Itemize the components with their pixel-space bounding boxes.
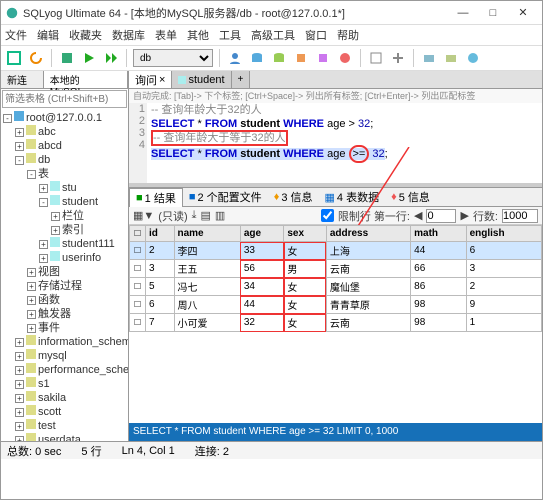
restab-1[interactable]: ■1 结果 [129,188,183,207]
readonly-label: (只读) [158,208,187,224]
prev-page-icon[interactable]: ◀ [414,209,422,222]
sidetab-new[interactable]: 新连接 [1,71,44,88]
view-icon[interactable]: ▦▼ [133,209,154,222]
object-tree[interactable]: -root@127.0.0.1 +abc +abcd -db -表 +stu -… [1,109,128,441]
tool6-icon[interactable] [420,49,438,67]
tool-b-icon[interactable]: ▥ [215,209,225,222]
restab-5[interactable]: ♦5 信息 [385,188,436,206]
subtab-student[interactable]: student [172,71,231,88]
menu-adv[interactable]: 高级工具 [251,27,295,43]
menu-file[interactable]: 文件 [5,27,27,43]
db-icon[interactable] [248,49,266,67]
run-all-icon[interactable] [102,49,120,67]
tool7-icon[interactable] [442,49,460,67]
status-conn: 连接: 2 [195,443,229,459]
run-icon[interactable] [80,49,98,67]
table-row[interactable]: □6周八44女青青草原989 [130,296,542,314]
sidebar: 新连接 本地的MySQL... -root@127.0.0.1 +abc +ab… [1,71,129,441]
titlebar: SQLyog Ultimate 64 - [本地的MySQL服务器/db - r… [1,1,542,25]
table-row[interactable]: □5冯七34女魔仙堡862 [130,278,542,296]
new-query-icon[interactable] [58,49,76,67]
limit-checkbox[interactable] [321,209,334,222]
restab-4[interactable]: ▦4 表数据 [319,188,386,206]
subtab-add[interactable]: + [232,71,251,88]
from-input[interactable] [426,209,456,223]
content-area: 询问 × student + 自动完成: [Tab]-> 下个标签; [Ctrl… [129,71,542,441]
statusbar: 总数: 0 sec 5 行 Ln 4, Col 1 连接: 2 [1,441,542,459]
result-grid[interactable]: □idnameagesexaddressmathenglish□2李四33女上海… [129,225,542,423]
col-address[interactable]: address [326,226,410,242]
menu-tools[interactable]: 工具 [219,27,241,43]
tool-a-icon[interactable]: ▤ [200,209,210,222]
filter-input[interactable] [2,90,127,108]
status-cursor: Ln 4, Col 1 [122,445,175,457]
restab-2[interactable]: ■2 个配置文件 [183,188,268,206]
close-button[interactable]: ✕ [508,3,538,23]
menu-edit[interactable]: 编辑 [37,27,59,43]
table-row[interactable]: □2李四33女上海446 [130,242,542,260]
table-row[interactable]: □7小可爱32女云南981 [130,314,542,332]
next-page-icon[interactable]: ▶ [460,209,468,222]
app-logo-icon [5,6,19,20]
menu-other[interactable]: 其他 [187,27,209,43]
toolbar: db [1,45,542,71]
tool2-icon[interactable] [314,49,332,67]
col-math[interactable]: math [411,226,466,242]
col-sex[interactable]: sex [284,226,326,242]
menu-window[interactable]: 窗口 [305,27,327,43]
autocomplete-hint: 自动完成: [Tab]-> 下个标签; [Ctrl+Space]-> 列出所有标… [129,89,542,103]
sql-editor[interactable]: 1234 -- 查询年龄大于32的人 SELECT * FROM student… [129,103,542,183]
status-total: 总数: 0 sec [7,443,61,459]
col-english[interactable]: english [466,226,541,242]
minimize-button[interactable]: — [448,3,478,23]
db-dropdown[interactable]: db [133,49,213,67]
executed-sql: SELECT * FROM student WHERE age >= 32 LI… [129,423,542,441]
menu-db[interactable]: 数据库 [112,27,145,43]
tool4-icon[interactable] [367,49,385,67]
col-name[interactable]: name [174,226,240,242]
menu-fav[interactable]: 收藏夹 [69,27,102,43]
close-tab-icon[interactable]: × [159,74,165,86]
tool3-icon[interactable] [336,49,354,67]
max-input[interactable] [502,209,538,223]
tool8-icon[interactable] [464,49,482,67]
new-conn-icon[interactable] [5,49,23,67]
export-icon[interactable]: ⤓ [192,209,197,222]
subtab-query[interactable]: 询问 × [129,71,172,88]
tool5-icon[interactable] [389,49,407,67]
window-title: SQLyog Ultimate 64 - [本地的MySQL服务器/db - r… [23,5,448,21]
menu-help[interactable]: 帮助 [337,27,359,43]
menu-table[interactable]: 表单 [155,27,177,43]
restab-3[interactable]: ♦3 信息 [268,188,319,206]
menubar: 文件 编辑 收藏夹 数据库 表单 其他 工具 高级工具 窗口 帮助 [1,25,542,45]
col-age[interactable]: age [240,226,283,242]
db2-icon[interactable] [270,49,288,67]
status-rows: 5 行 [81,443,101,459]
table-row[interactable]: □3王五56男云南663 [130,260,542,278]
count-label: 行数: [473,208,498,224]
sidetab-local[interactable]: 本地的MySQL... [44,71,128,88]
refresh-icon[interactable] [27,49,45,67]
user-icon[interactable] [226,49,244,67]
col-id[interactable]: id [146,226,175,242]
tool1-icon[interactable] [292,49,310,67]
limit-label: 限制行 第一行: [338,208,410,224]
maximize-button[interactable]: □ [478,3,508,23]
